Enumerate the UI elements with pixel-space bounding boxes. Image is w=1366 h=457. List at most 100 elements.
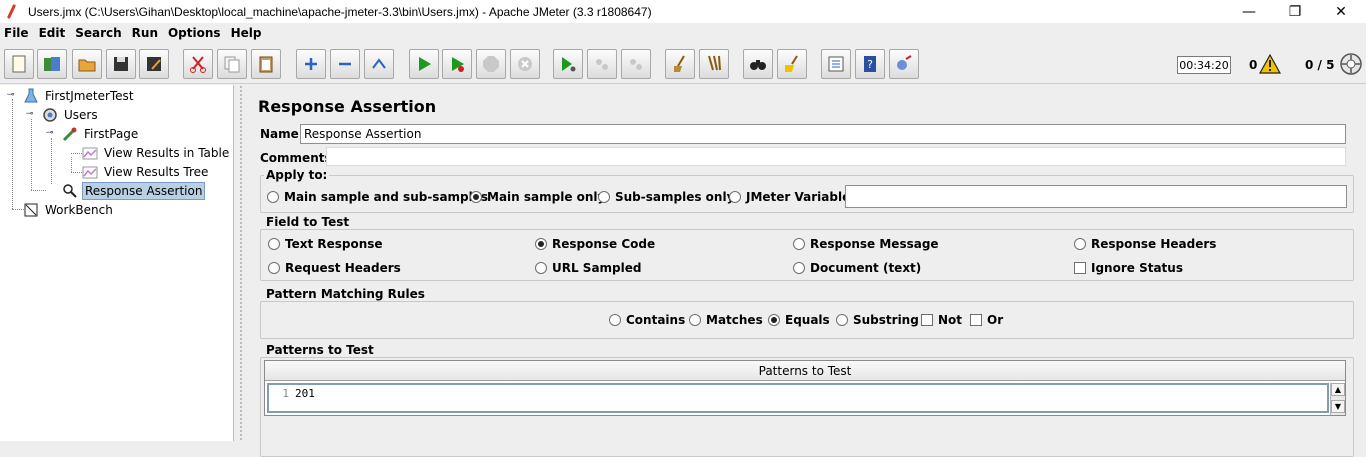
copy-button[interactable] bbox=[217, 49, 247, 79]
jmeter-variable-field[interactable] bbox=[845, 185, 1347, 208]
cut-button[interactable] bbox=[183, 49, 213, 79]
remote-shutdown-all-button[interactable] bbox=[621, 49, 651, 79]
start-no-pauses-button[interactable] bbox=[442, 49, 472, 79]
test-plan-icon bbox=[22, 88, 40, 104]
save-as-icon bbox=[147, 57, 161, 71]
remote-start-icon bbox=[562, 57, 576, 72]
save-button[interactable] bbox=[106, 49, 136, 79]
shutdown-button[interactable] bbox=[510, 49, 540, 79]
name-field[interactable]: Response Assertion bbox=[300, 124, 1346, 144]
paste-button[interactable] bbox=[251, 49, 281, 79]
menu-options[interactable]: Options bbox=[168, 26, 221, 40]
save-as-button[interactable] bbox=[139, 49, 169, 79]
menu-run[interactable]: Run bbox=[132, 26, 158, 40]
log-viewer-icon bbox=[897, 55, 912, 70]
stop-button[interactable] bbox=[476, 49, 506, 79]
splitter[interactable] bbox=[235, 85, 247, 441]
close-button[interactable]: ✕ bbox=[1318, 0, 1364, 23]
remote-shutdown-icon bbox=[630, 59, 642, 70]
minimize-button[interactable]: — bbox=[1226, 0, 1272, 23]
reset-search-broom-icon bbox=[785, 55, 798, 72]
patterns-column-header[interactable]: Patterns to Test bbox=[265, 361, 1345, 381]
menu-edit[interactable]: Edit bbox=[39, 26, 66, 40]
text-response-radio[interactable]: Text Response bbox=[268, 237, 383, 251]
response-assertion-panel: Response Assertion Name: Response Assert… bbox=[248, 85, 1366, 457]
clear-button[interactable] bbox=[665, 49, 695, 79]
expand-toggle[interactable]: ⊸ bbox=[25, 110, 34, 119]
remote-status-icon bbox=[1340, 53, 1362, 75]
function-helper-button[interactable] bbox=[821, 49, 851, 79]
apply-sub-only-radio[interactable]: Sub-samples only bbox=[598, 190, 734, 204]
menu-file[interactable]: File bbox=[4, 26, 29, 40]
expand-toggle[interactable]: ⊸ bbox=[45, 129, 54, 138]
response-headers-radio[interactable]: Response Headers bbox=[1074, 237, 1216, 251]
or-checkbox[interactable]: Or bbox=[970, 313, 1003, 327]
equals-radio[interactable]: Equals bbox=[768, 313, 830, 327]
active-threads: 0 / 5 bbox=[1305, 58, 1335, 72]
collapse-all-button[interactable] bbox=[330, 49, 360, 79]
expand-toggle[interactable]: ⊸ bbox=[6, 91, 15, 100]
menu-search[interactable]: Search bbox=[75, 26, 121, 40]
url-sampled-radio[interactable]: URL Sampled bbox=[535, 261, 641, 275]
toggle-button[interactable] bbox=[364, 49, 394, 79]
contains-radio[interactable]: Contains bbox=[609, 313, 685, 327]
tree-item-thread-group[interactable]: Users bbox=[41, 106, 100, 124]
apply-main-and-sub-radio[interactable]: Main sample and sub-samples bbox=[267, 190, 488, 204]
paste-icon bbox=[259, 56, 273, 73]
tree-item-http-sampler[interactable]: FirstPage bbox=[61, 125, 140, 143]
apply-jmeter-variable-radio[interactable]: JMeter Variable bbox=[729, 190, 850, 204]
workbench-icon bbox=[22, 202, 40, 218]
substring-radio[interactable]: Substring bbox=[836, 313, 919, 327]
expand-all-button[interactable] bbox=[296, 49, 326, 79]
apply-to-title: Apply to: bbox=[264, 168, 330, 182]
scroll-down-icon[interactable]: ▼ bbox=[1331, 400, 1345, 413]
new-button[interactable] bbox=[4, 49, 34, 79]
clear-all-button[interactable] bbox=[699, 49, 729, 79]
not-checkbox[interactable]: Not bbox=[921, 313, 962, 327]
tree-item-test-plan[interactable]: FirstJmeterTest bbox=[22, 87, 136, 105]
restore-button[interactable]: ❐ bbox=[1272, 0, 1318, 23]
remote-stop-all-button[interactable] bbox=[587, 49, 617, 79]
copy-icon bbox=[224, 56, 240, 73]
tree-item-workbench[interactable]: WorkBench bbox=[22, 201, 115, 219]
sampler-icon bbox=[61, 126, 79, 142]
tree-item-view-results-tree[interactable]: View Results Tree bbox=[81, 163, 210, 181]
menu-help[interactable]: Help bbox=[231, 26, 262, 40]
toolbar: ? 00:34:20 0 0 / 5 bbox=[0, 44, 1366, 84]
name-label: Name: bbox=[260, 127, 304, 141]
shutdown-icon bbox=[518, 57, 532, 71]
warning-icon[interactable] bbox=[1259, 54, 1281, 74]
help-book-icon: ? bbox=[864, 56, 876, 72]
patterns-title: Patterns to Test bbox=[264, 343, 376, 357]
table-row[interactable]: 1 201 bbox=[267, 383, 1329, 413]
templates-button[interactable] bbox=[37, 49, 67, 79]
help-button[interactable]: ? bbox=[855, 49, 885, 79]
line-number: 1 bbox=[282, 387, 289, 400]
reset-search-button[interactable] bbox=[777, 49, 807, 79]
open-button[interactable] bbox=[72, 49, 102, 79]
comments-label: Comments: bbox=[260, 151, 337, 165]
clear-all-icon bbox=[708, 55, 721, 71]
comments-field[interactable] bbox=[326, 147, 1346, 166]
request-headers-radio[interactable]: Request Headers bbox=[268, 261, 401, 275]
apply-main-only-radio[interactable]: Main sample only bbox=[470, 190, 605, 204]
broom-icon bbox=[674, 55, 685, 72]
matches-radio[interactable]: Matches bbox=[689, 313, 763, 327]
stop-icon bbox=[483, 56, 499, 72]
pattern-value[interactable]: 201 bbox=[295, 385, 315, 411]
response-message-radio[interactable]: Response Message bbox=[793, 237, 939, 251]
start-button[interactable] bbox=[409, 49, 439, 79]
ignore-status-checkbox[interactable]: Ignore Status bbox=[1074, 261, 1183, 275]
listener-graph-icon bbox=[81, 145, 99, 161]
magnifier-icon bbox=[61, 183, 79, 199]
search-button[interactable] bbox=[743, 49, 773, 79]
scissors-icon bbox=[190, 56, 206, 73]
tree-item-view-results-table[interactable]: View Results in Table bbox=[81, 144, 231, 162]
tree-item-response-assertion[interactable]: Response Assertion bbox=[61, 182, 206, 200]
response-code-radio[interactable]: Response Code bbox=[535, 237, 655, 251]
document-text-radio[interactable]: Document (text) bbox=[793, 261, 921, 275]
remote-start-all-button[interactable] bbox=[553, 49, 583, 79]
patterns-scrollbar[interactable]: ▲ ▼ bbox=[1330, 383, 1345, 415]
log-viewer-button[interactable] bbox=[889, 49, 919, 79]
scroll-up-icon[interactable]: ▲ bbox=[1331, 383, 1345, 396]
